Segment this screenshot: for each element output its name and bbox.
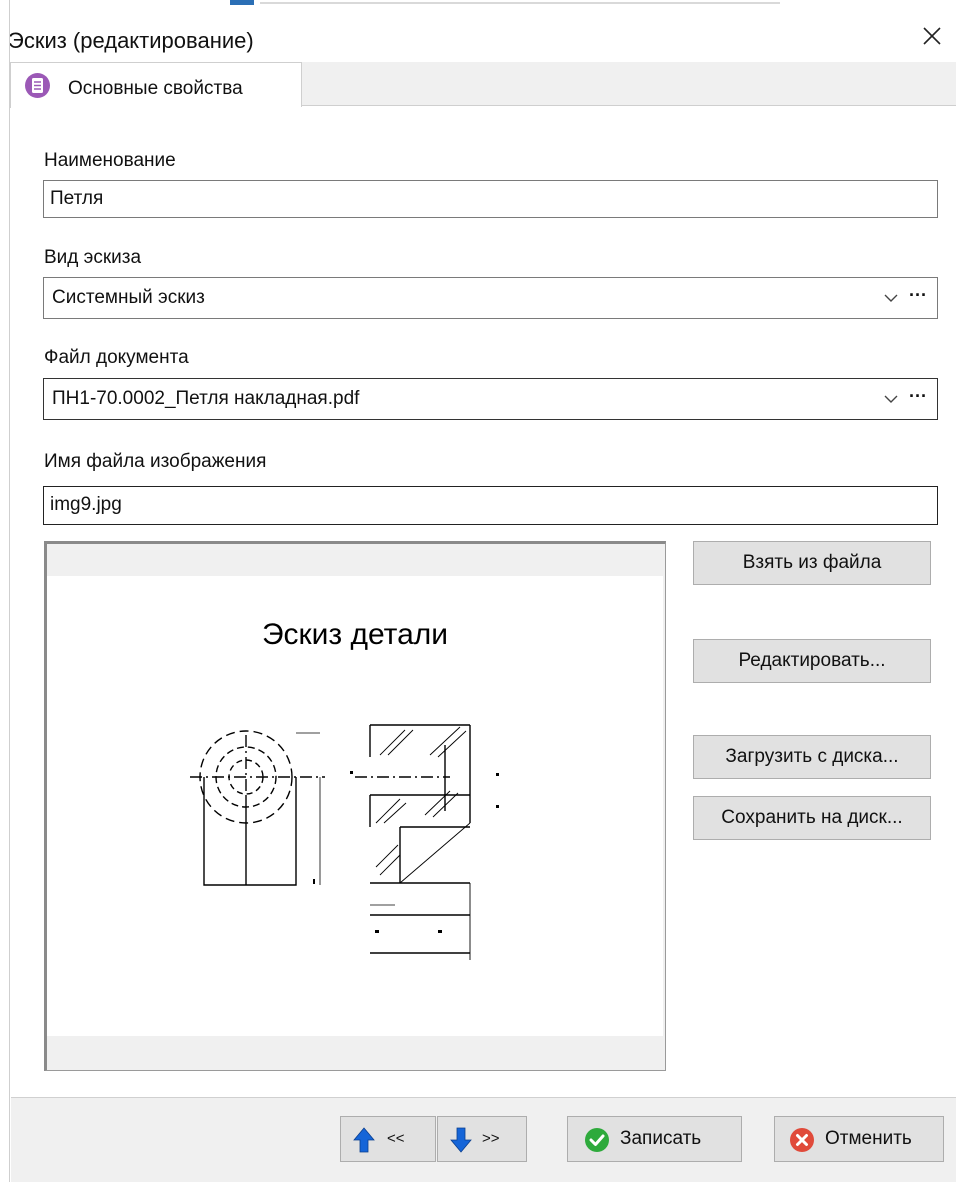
tab-label: Основные свойства bbox=[68, 78, 243, 99]
previous-button[interactable]: << bbox=[340, 1116, 436, 1162]
window-title: Эскиз (редактирование) bbox=[8, 28, 254, 53]
window-left-border bbox=[0, 0, 10, 1182]
document-file-value: ПН1-70.0002_Петля накладная.pdf bbox=[52, 388, 360, 409]
arrow-up-icon bbox=[353, 1127, 375, 1153]
cancel-label: Отменить bbox=[825, 1128, 912, 1149]
sketch-type-select[interactable]: Системный эскиз ··· bbox=[43, 277, 938, 319]
document-file-select[interactable]: ПН1-70.0002_Петля накладная.pdf ··· bbox=[43, 378, 938, 420]
chevron-down-icon[interactable] bbox=[883, 391, 899, 407]
save-button[interactable]: Записать bbox=[567, 1116, 742, 1162]
close-icon bbox=[923, 27, 941, 45]
next-button[interactable]: >> bbox=[437, 1116, 527, 1162]
load-from-disk-button[interactable]: Загрузить с диска... bbox=[693, 735, 931, 779]
close-button[interactable] bbox=[912, 16, 952, 56]
arrow-down-icon bbox=[450, 1127, 472, 1153]
cancel-button[interactable]: Отменить bbox=[774, 1116, 944, 1162]
sketch-type-label: Вид эскиза bbox=[44, 247, 142, 268]
next-label: >> bbox=[482, 1130, 500, 1147]
more-button[interactable]: ··· bbox=[905, 379, 931, 419]
document-file-label: Файл документа bbox=[44, 347, 189, 368]
previous-label: << bbox=[387, 1130, 405, 1147]
more-button[interactable]: ··· bbox=[905, 278, 931, 318]
sketch-type-value: Системный эскиз bbox=[52, 287, 205, 308]
save-to-disk-button[interactable]: Сохранить на диск... bbox=[693, 796, 931, 840]
save-label: Записать bbox=[620, 1128, 702, 1149]
cancel-icon bbox=[790, 1128, 814, 1152]
image-file-name-label: Имя файла изображения bbox=[44, 451, 267, 472]
name-label: Наименование bbox=[44, 150, 176, 171]
take-from-file-button[interactable]: Взять из файла bbox=[693, 541, 931, 585]
technical-drawing bbox=[190, 724, 499, 960]
background-window-strip bbox=[0, 0, 956, 9]
chevron-down-icon[interactable] bbox=[883, 290, 899, 306]
image-file-name-input[interactable]: img9.jpg bbox=[43, 486, 938, 525]
check-icon bbox=[585, 1128, 609, 1152]
name-input[interactable]: Петля bbox=[43, 180, 938, 218]
edit-button[interactable]: Редактировать... bbox=[693, 639, 931, 683]
sketch-caption: Эскиз детали bbox=[261, 618, 449, 651]
properties-icon bbox=[25, 73, 50, 98]
